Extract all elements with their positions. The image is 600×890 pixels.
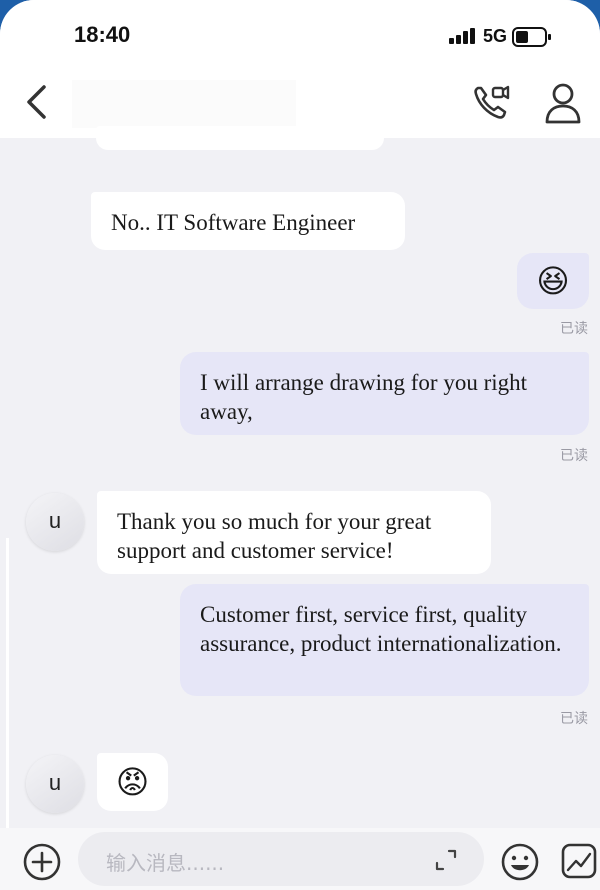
avatar-initial: u (48, 770, 62, 795)
avatar-initial: u (48, 508, 62, 533)
message-text: Customer first, service first, quality a… (200, 602, 562, 656)
scroll-edge (6, 538, 9, 838)
message-bubble: No.. IT Software Engineer (91, 192, 405, 250)
emoji-bubble: 😆 (517, 253, 589, 309)
phone-screen: 18:40 5G No.. IT Software Engineer 😆 已读 … (0, 0, 600, 890)
message-bubble: Customer first, service first, quality a… (180, 584, 589, 696)
battery-icon (512, 27, 551, 47)
message-input[interactable]: 输入消息...... (78, 832, 484, 886)
chevron-left-icon[interactable] (20, 84, 56, 120)
expand-icon[interactable] (434, 848, 458, 872)
message-text: Thank you so much for your great support… (117, 509, 432, 563)
plus-icon[interactable] (22, 842, 62, 882)
avatar[interactable]: u (26, 755, 84, 813)
avatar[interactable]: u (26, 493, 84, 551)
read-status: 已读 (560, 448, 588, 464)
laughing-emoji-icon: 😆 (536, 262, 570, 300)
status-time: 18:40 (74, 22, 131, 47)
angry-emoji-icon: 😡 (115, 763, 150, 801)
message-text: I will arrange drawing for you right awa… (200, 370, 528, 424)
person-icon[interactable] (544, 82, 582, 124)
status-bar: 18:40 5G (0, 0, 600, 72)
read-status: 已读 (560, 711, 588, 727)
message-bubble: I will arrange drawing for you right awa… (180, 352, 589, 435)
network-label: 5G (483, 26, 508, 46)
message-bubble: Thank you so much for your great support… (97, 491, 491, 574)
emoji-bubble: 😡 (97, 753, 168, 811)
read-status: 已读 (560, 321, 588, 337)
message-bubble-partial (96, 126, 384, 150)
input-placeholder: 输入消息...... (106, 851, 225, 875)
input-bar: 输入消息...... (0, 828, 600, 890)
message-list[interactable]: No.. IT Software Engineer 😆 已读 I will ar… (0, 126, 600, 838)
phone-video-icon[interactable] (470, 82, 512, 124)
smiley-icon[interactable] (500, 842, 540, 882)
message-text: No.. IT Software Engineer (111, 210, 356, 235)
contact-name (72, 80, 296, 128)
signal-icon (449, 28, 475, 44)
image-icon[interactable] (560, 842, 598, 880)
